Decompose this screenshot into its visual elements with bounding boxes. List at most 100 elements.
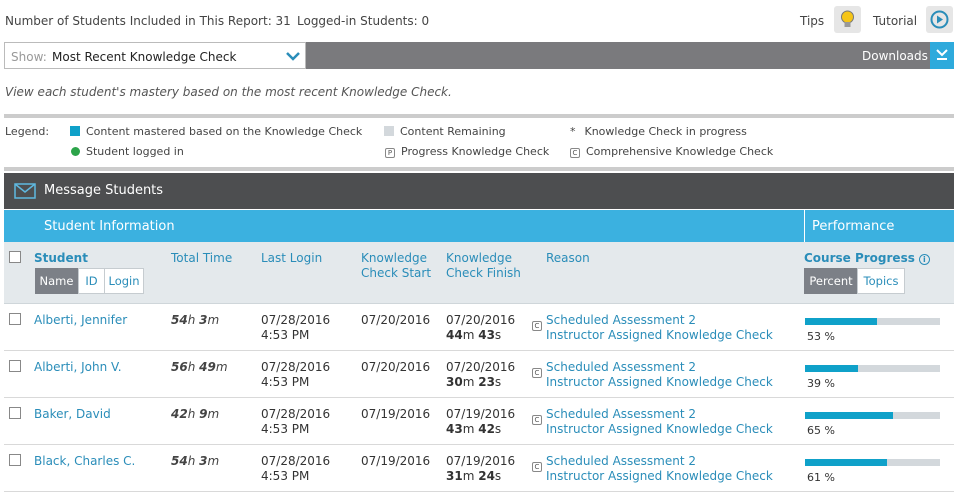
course-progress-percent: 65 % (807, 424, 835, 437)
message-students-button[interactable]: Message Students (4, 173, 954, 209)
show-select[interactable]: Show: Most Recent Knowledge Check (4, 42, 306, 69)
reason-links[interactable]: Scheduled Assessment 2 Instructor Assigne… (546, 454, 773, 484)
progress-badge-icon: P (385, 148, 395, 158)
total-time: 54h 3m (171, 313, 220, 327)
col-kc-finish[interactable]: Knowledge Check Finish (446, 251, 521, 281)
show-selected-value: Most Recent Knowledge Check (52, 50, 237, 64)
course-progress-fill (805, 412, 893, 419)
course-progress-bar (805, 412, 940, 419)
col-student[interactable]: Student (34, 251, 88, 266)
play-circle-icon (930, 10, 949, 29)
kc-start: 07/19/2016 (361, 407, 431, 421)
report-summary-bar: Number of Students Included in This Repo… (0, 0, 957, 40)
reason-primary: Scheduled Assessment 2 (546, 407, 697, 421)
downloads-button[interactable] (930, 42, 954, 69)
student-name-link[interactable]: Alberti, Jennifer (34, 313, 127, 328)
show-label: Show: (11, 50, 47, 64)
row-checkbox[interactable] (9, 454, 21, 466)
last-login: 07/28/2016 4:53 PM (261, 454, 331, 483)
col-total-time[interactable]: Total Time (171, 251, 232, 266)
row-checkbox[interactable] (9, 313, 21, 325)
col-kc-start[interactable]: Knowledge Check Start (361, 251, 431, 281)
reason-primary: Scheduled Assessment 2 (546, 313, 697, 327)
kc-start: 07/20/2016 (361, 360, 431, 374)
legend-comprehensive-kc: C Comprehensive Knowledge Check (570, 145, 773, 158)
table-header: Student Name ID Login Total Time Last Lo… (4, 242, 954, 304)
reason-primary: Scheduled Assessment 2 (546, 360, 697, 374)
select-all-checkbox[interactable] (9, 251, 21, 263)
reason-primary: Scheduled Assessment 2 (546, 454, 697, 468)
asterisk-marker: * (570, 125, 576, 138)
table-row: Alberti, Jennifer 54h 3m 07/28/2016 4:53 PM… (4, 304, 954, 351)
tutorial-button[interactable] (926, 6, 953, 33)
logged-in-count: Logged-in Students: 0 (297, 14, 430, 28)
total-time: 54h 3m (171, 454, 220, 468)
divider (4, 114, 954, 118)
last-login: 07/28/2016 4:53 PM (261, 360, 331, 389)
message-students-label: Message Students (44, 183, 164, 198)
section-divider (804, 210, 805, 242)
row-checkbox[interactable] (9, 407, 21, 419)
info-icon[interactable]: i (918, 254, 930, 265)
course-progress-bar (805, 318, 940, 325)
kc-finish: 07/20/2016 30m 23s (446, 360, 516, 389)
student-name-link[interactable]: Alberti, John V. (34, 360, 122, 375)
reason-secondary: Instructor Assigned Knowledge Check (546, 375, 773, 389)
table-row: Baker, David 42h 9m 07/28/2016 4:53 PM 07/19… (4, 398, 954, 445)
col-last-login[interactable]: Last Login (261, 251, 322, 266)
reason-links[interactable]: Scheduled Assessment 2 Instructor Assigne… (546, 360, 773, 390)
row-checkbox[interactable] (9, 360, 21, 372)
view-percent-toggle[interactable]: Percent (804, 268, 858, 294)
legend-title: Legend: (5, 125, 50, 138)
performance-heading: Performance (812, 219, 895, 234)
last-login: 07/28/2016 4:53 PM (261, 313, 331, 342)
chevron-down-icon (286, 52, 300, 61)
legend-logged-in: Student logged in (71, 145, 184, 158)
intro-text: View each student's mastery based on the… (5, 85, 452, 99)
course-progress-percent: 61 % (807, 471, 835, 484)
total-time: 42h 9m (171, 407, 220, 421)
comprehensive-badge-icon: C (532, 321, 542, 331)
tutorial-label: Tutorial (873, 14, 918, 28)
course-progress-percent: 53 % (807, 330, 835, 343)
course-progress-fill (805, 318, 877, 325)
reason-secondary: Instructor Assigned Knowledge Check (546, 422, 773, 436)
col-course-progress[interactable]: Course Progress i (804, 251, 930, 266)
sort-by-name[interactable]: Name (35, 268, 78, 294)
legend-remaining: Content Remaining (384, 125, 506, 138)
kc-finish: 07/20/2016 44m 43s (446, 313, 516, 342)
legend-mastered: Content mastered based on the Knowledge … (70, 125, 362, 138)
kc-start: 07/19/2016 (361, 454, 431, 468)
last-login: 07/28/2016 4:53 PM (261, 407, 331, 436)
kc-finish: 07/19/2016 43m 42s (446, 407, 516, 436)
reason-links[interactable]: Scheduled Assessment 2 Instructor Assigne… (546, 407, 773, 437)
view-topics-toggle[interactable]: Topics (857, 268, 905, 294)
course-progress-fill (805, 365, 858, 372)
show-toolbar: Show: Most Recent Knowledge Check Downlo… (4, 42, 954, 69)
kc-start: 07/20/2016 (361, 313, 431, 327)
table-row: Alberti, John V. 56h 49m 07/28/2016 4:53 PM… (4, 351, 954, 398)
tips-label: Tips (800, 14, 825, 28)
legend-progress-kc: P Progress Knowledge Check (385, 145, 549, 158)
tips-button[interactable] (834, 6, 861, 33)
mastered-swatch (70, 126, 80, 136)
col-reason[interactable]: Reason (546, 251, 590, 266)
sort-by-id[interactable]: ID (78, 268, 105, 294)
sort-by-login[interactable]: Login (104, 268, 144, 294)
student-name-link[interactable]: Baker, David (34, 407, 111, 422)
lightbulb-icon (841, 10, 854, 27)
reason-secondary: Instructor Assigned Knowledge Check (546, 469, 773, 483)
download-chevron-icon (936, 49, 948, 60)
downloads-label[interactable]: Downloads (862, 49, 928, 63)
reason-links[interactable]: Scheduled Assessment 2 Instructor Assigne… (546, 313, 773, 343)
student-information-heading: Student Information (44, 219, 175, 234)
comprehensive-badge-icon: C (532, 462, 542, 472)
course-progress-bar (805, 365, 940, 372)
remaining-swatch (384, 126, 394, 136)
students-included-count: Number of Students Included in This Repo… (5, 14, 291, 28)
course-progress-fill (805, 459, 888, 466)
course-progress-bar (805, 459, 940, 466)
course-progress-percent: 39 % (807, 377, 835, 390)
student-name-link[interactable]: Black, Charles C. (34, 454, 135, 469)
reason-secondary: Instructor Assigned Knowledge Check (546, 328, 773, 342)
